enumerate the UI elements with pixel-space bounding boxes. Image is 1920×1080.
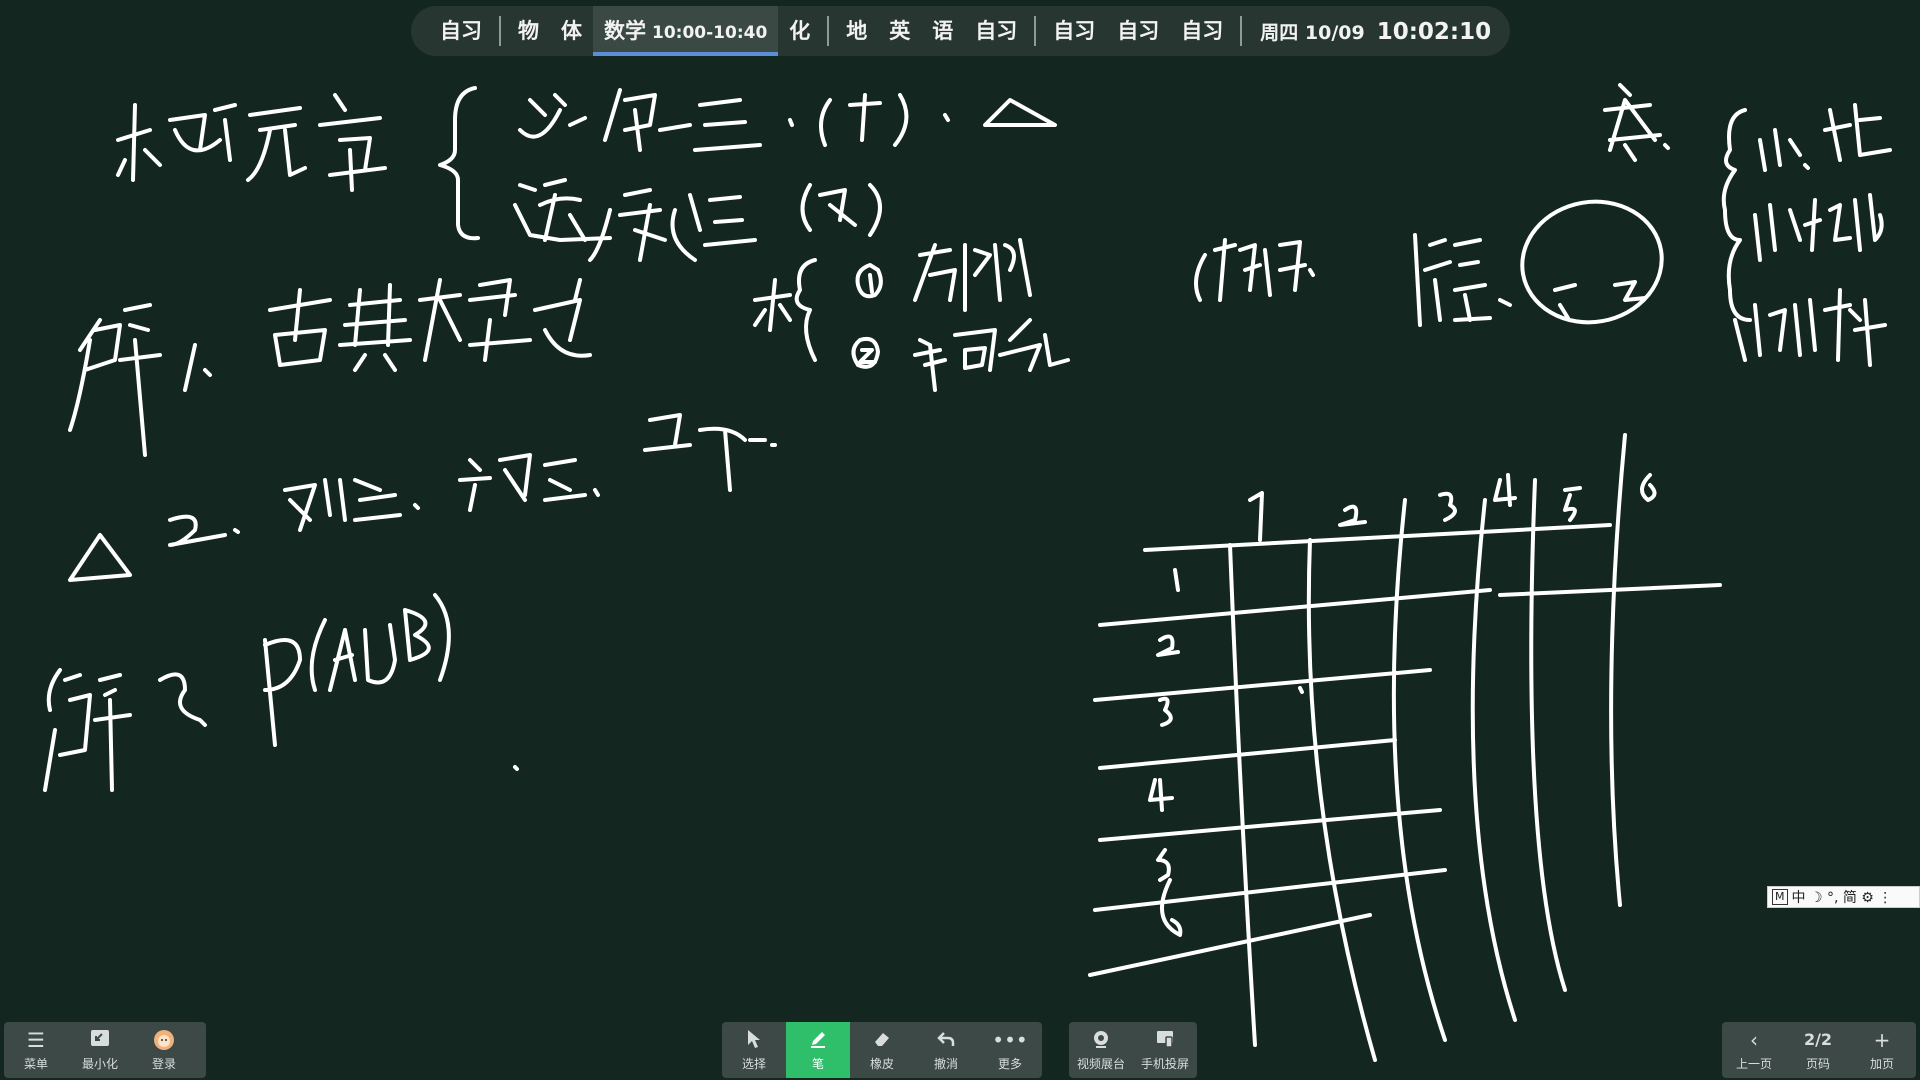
minimize-button[interactable]: 最小化 <box>68 1022 132 1078</box>
undo-button[interactable]: 撤消 <box>914 1022 978 1078</box>
pen-icon <box>808 1029 828 1053</box>
date-time-display: 周四 10/09 10:02:10 <box>1248 18 1491 45</box>
schedule-item-label: 数学 <box>604 19 646 43</box>
pen-tool-label: 笔 <box>811 1056 824 1071</box>
schedule-item-self-study-4[interactable]: 自习 <box>1106 6 1170 56</box>
schedule-item-english[interactable]: 英 <box>878 6 921 56</box>
schedule-item-self-study-2[interactable]: 自习 <box>964 6 1028 56</box>
ime-status-bar[interactable]: M 中 ☽ °, 简 ⚙ ⋮ <box>1767 886 1920 908</box>
schedule-item-math-current[interactable]: 数学 10:00-10:40 <box>593 6 779 56</box>
add-page-button[interactable]: + 加页 <box>1850 1022 1914 1078</box>
schedule-item-chemistry[interactable]: 化 <box>778 6 821 56</box>
menu-button[interactable]: ☰ 菜单 <box>4 1022 68 1078</box>
login-button[interactable]: 登录 <box>132 1022 196 1078</box>
phone-cast-label: 手机投屏 <box>1140 1056 1189 1071</box>
add-page-label: 加页 <box>1869 1056 1894 1071</box>
visualizer-label: 视频展台 <box>1076 1056 1125 1071</box>
phone-cast-button[interactable]: 手机投屏 <box>1133 1022 1197 1078</box>
visualizer-button[interactable]: 视频展台 <box>1069 1022 1133 1078</box>
more-label: 更多 <box>997 1056 1022 1071</box>
page-number-value: 2/2 <box>1803 1029 1833 1049</box>
menu-label: 菜单 <box>23 1056 48 1071</box>
media-toolbar: 视频展台 手机投屏 <box>1069 1022 1197 1078</box>
schedule-item-pe[interactable]: 体 <box>550 6 593 56</box>
minimize-icon <box>90 1029 110 1053</box>
schedule-item-self-study-5[interactable]: 自习 <box>1170 6 1234 56</box>
schedule-item-self-study-3[interactable]: 自习 <box>1042 6 1106 56</box>
handwriting-strokes <box>43 83 1892 1062</box>
eraser-icon <box>872 1029 892 1053</box>
menu-icon: ☰ <box>27 1027 45 1052</box>
select-tool-label: 选择 <box>741 1056 766 1071</box>
more-button[interactable]: ••• 更多 <box>978 1022 1042 1078</box>
clock-time: 10:02:10 <box>1376 18 1492 45</box>
schedule-divider <box>1034 16 1037 46</box>
undo-icon <box>936 1029 956 1053</box>
more-dots-icon: ••• <box>992 1027 1028 1052</box>
drawing-toolbar: 选择 笔 橡皮 撤消 ••• 更多 <box>722 1022 1042 1078</box>
cursor-arrow-icon <box>746 1029 762 1053</box>
class-schedule-bar: 自习 物 体 数学 10:00-10:40 化 地 英 语 自习 自习 自习 自习… <box>411 6 1510 56</box>
phone-cast-icon <box>1155 1029 1175 1053</box>
plus-icon: + <box>1873 1027 1891 1052</box>
ime-mode-icon[interactable]: M <box>1772 889 1788 905</box>
avatar-icon <box>153 1029 175 1053</box>
select-tool-button[interactable]: 选择 <box>722 1022 786 1078</box>
pen-tool-button[interactable]: 笔 <box>786 1022 850 1078</box>
undo-label: 撤消 <box>933 1056 958 1071</box>
minimize-label: 最小化 <box>81 1056 118 1071</box>
schedule-divider <box>1240 16 1243 46</box>
ime-status-text: 中 ☽ °, 简 ⚙ ⋮ <box>1791 890 1893 906</box>
page-toolbar: ‹ 上一页 2/2 页码 + 加页 <box>1722 1022 1916 1078</box>
page-number-label: 页码 <box>1805 1056 1830 1071</box>
schedule-divider <box>499 16 501 46</box>
schedule-divider <box>827 16 830 46</box>
whiteboard-canvas[interactable] <box>0 0 1920 1080</box>
eraser-tool-label: 橡皮 <box>869 1056 894 1071</box>
camera-icon <box>1091 1029 1111 1053</box>
schedule-item-geography[interactable]: 地 <box>835 6 878 56</box>
prev-page-label: 上一页 <box>1735 1056 1772 1071</box>
schedule-item-chinese[interactable]: 语 <box>921 6 964 56</box>
page-number-button[interactable]: 2/2 页码 <box>1786 1022 1850 1078</box>
prev-page-button[interactable]: ‹ 上一页 <box>1722 1022 1786 1078</box>
date-label: 周四 10/09 <box>1260 21 1365 44</box>
schedule-item-self-study-1[interactable]: 自习 <box>429 6 493 56</box>
login-label: 登录 <box>151 1056 176 1071</box>
chevron-left-icon: ‹ <box>1750 1027 1758 1052</box>
schedule-item-physics[interactable]: 物 <box>507 6 550 56</box>
schedule-item-time: 10:00-10:40 <box>652 23 768 43</box>
left-toolbar: ☰ 菜单 最小化 登录 <box>4 1022 206 1078</box>
eraser-tool-button[interactable]: 橡皮 <box>850 1022 914 1078</box>
